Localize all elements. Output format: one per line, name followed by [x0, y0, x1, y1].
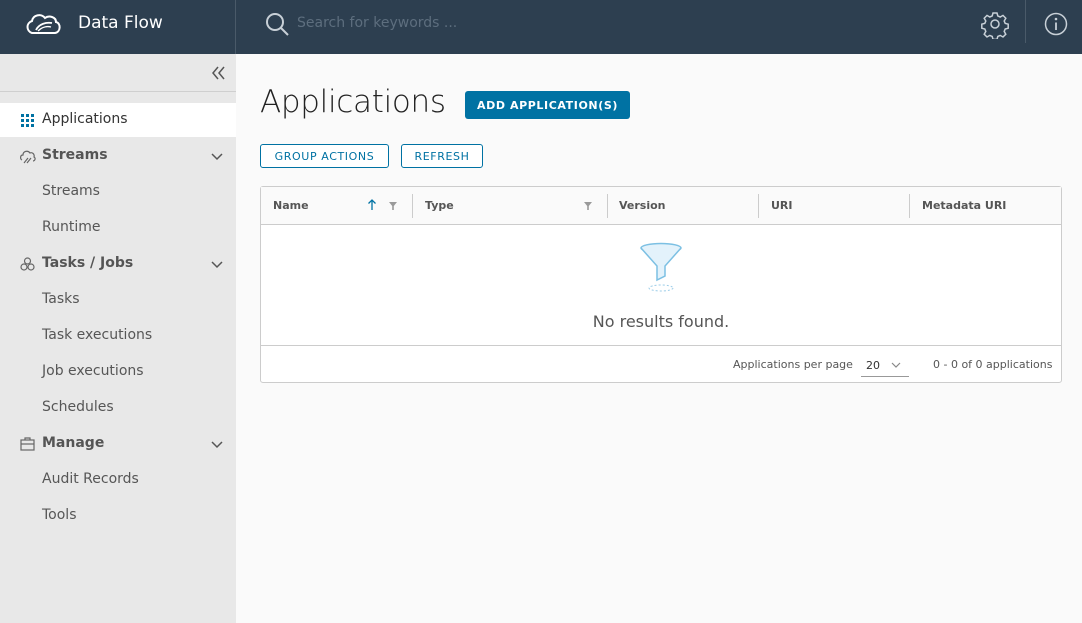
- sidebar-item-schedules[interactable]: Schedules: [0, 391, 236, 425]
- chevron-down-icon[interactable]: [210, 258, 224, 272]
- sidebar-item-label: Streams: [42, 147, 108, 163]
- sidebar-item-label: Tasks: [42, 291, 80, 307]
- page-size-value: 20: [866, 359, 880, 372]
- sidebar-item-audit-records[interactable]: Audit Records: [0, 463, 236, 497]
- empty-state-text: No results found.: [592, 312, 730, 331]
- filter-icon[interactable]: [388, 201, 398, 211]
- chevron-down-icon[interactable]: [210, 438, 224, 452]
- header-divider: [1025, 0, 1026, 43]
- filter-icon[interactable]: [583, 201, 593, 211]
- per-page-label: Applications per page: [733, 358, 853, 371]
- sidebar-item-label: Applications: [42, 111, 128, 127]
- column-header-metadata-uri[interactable]: Metadata URI: [910, 187, 1061, 225]
- sidebar-item-runtime[interactable]: Runtime: [0, 211, 236, 245]
- search-input[interactable]: [297, 12, 797, 34]
- sidebar-item-label: Tools: [42, 507, 77, 523]
- sidebar-item-tools[interactable]: Tools: [0, 499, 236, 533]
- column-header-type[interactable]: Type: [413, 187, 606, 225]
- pagination-info: 0 - 0 of 0 applications: [933, 358, 1053, 371]
- gear-icon[interactable]: [980, 9, 1010, 39]
- sidebar-divider: [0, 91, 236, 92]
- sidebar-item-label: Task executions: [42, 327, 153, 343]
- table-footer: Applications per page 20 0 - 0 of 0 appl…: [261, 345, 1061, 382]
- tasks-icon: [20, 257, 35, 271]
- sidebar-group-manage[interactable]: Manage: [0, 427, 236, 461]
- logo-icon: [26, 14, 61, 34]
- page-size-select[interactable]: 20: [861, 355, 909, 377]
- sidebar-item-streams[interactable]: Streams: [0, 175, 236, 209]
- search-icon[interactable]: [264, 11, 290, 37]
- empty-funnel-icon: [640, 242, 682, 292]
- streams-icon: [20, 150, 36, 164]
- sidebar-item-label: Tasks / Jobs: [42, 255, 134, 271]
- column-header-uri[interactable]: URI: [759, 187, 909, 225]
- sidebar-item-job-executions[interactable]: Job executions: [0, 355, 236, 389]
- sidebar-item-label: Job executions: [42, 363, 144, 379]
- sidebar-item-label: Schedules: [42, 399, 114, 415]
- collapse-sidebar-icon[interactable]: [207, 62, 229, 84]
- page-title: Applications: [260, 84, 446, 120]
- column-header-name[interactable]: Name: [261, 187, 412, 225]
- sidebar-item-label: Manage: [42, 435, 105, 451]
- app-title: Data Flow: [78, 13, 163, 33]
- group-actions-button[interactable]: GROUP ACTIONS: [260, 144, 389, 168]
- grid-icon: [21, 114, 34, 127]
- table-header: Name Type Version URI Metadata URI: [261, 187, 1061, 225]
- refresh-button[interactable]: REFRESH: [401, 144, 483, 168]
- chevron-down-icon[interactable]: [210, 150, 224, 164]
- applications-table: Name Type Version URI Metadata URI No re…: [260, 186, 1062, 383]
- column-header-version[interactable]: Version: [607, 187, 758, 225]
- sidebar-item-tasks[interactable]: Tasks: [0, 283, 236, 317]
- top-header: Data Flow: [0, 0, 1082, 54]
- add-applications-button[interactable]: ADD APPLICATION(S): [465, 91, 630, 119]
- sidebar-item-task-executions[interactable]: Task executions: [0, 319, 236, 353]
- sidebar-group-streams[interactable]: Streams: [0, 139, 236, 173]
- sidebar-item-label: Streams: [42, 183, 100, 199]
- brand[interactable]: Data Flow: [0, 0, 236, 54]
- sidebar-item-label: Runtime: [42, 219, 101, 235]
- chevron-down-icon: [891, 362, 901, 368]
- sort-ascending-icon[interactable]: [367, 199, 377, 211]
- manage-icon: [20, 437, 35, 451]
- sidebar-item-applications[interactable]: Applications: [0, 103, 236, 137]
- sidebar-group-tasks-jobs[interactable]: Tasks / Jobs: [0, 247, 236, 281]
- sidebar: Applications Streams Streams Runtime Tas…: [0, 54, 236, 623]
- sidebar-item-label: Audit Records: [42, 471, 139, 487]
- info-icon[interactable]: [1042, 10, 1070, 38]
